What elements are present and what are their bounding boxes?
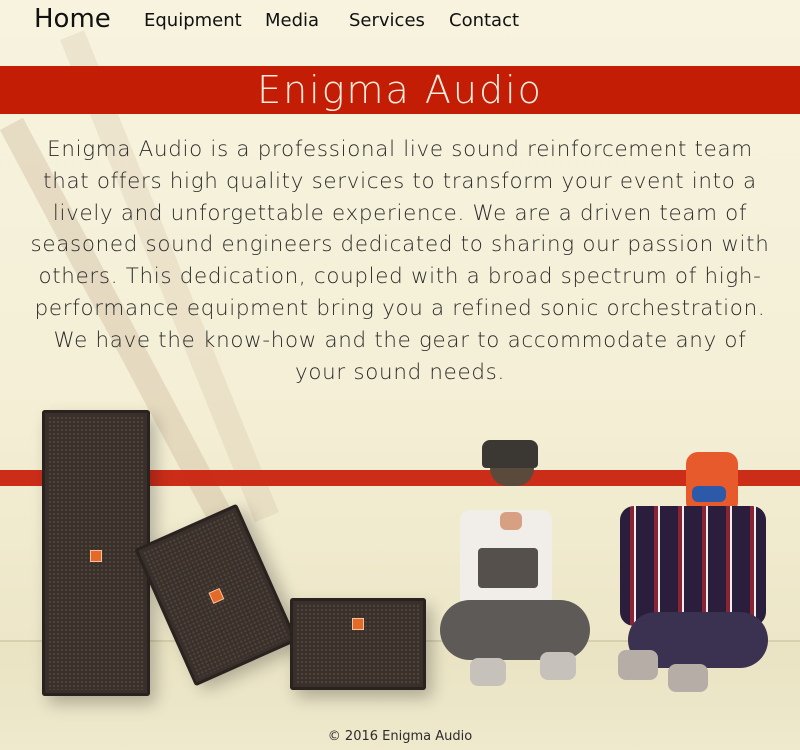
speaker-logo-icon [90, 550, 102, 562]
main-nav: Home Equipment Media Services Contact [0, 0, 800, 44]
nav-media-link[interactable]: Media [265, 10, 319, 31]
nav-contact-link[interactable]: Contact [449, 10, 519, 31]
title-banner: Enigma Audio [0, 66, 800, 114]
person-left [430, 430, 600, 700]
footer-copyright: © 2016 Enigma Audio [327, 729, 473, 744]
tall-speaker [42, 410, 150, 696]
speaker-logo-icon [352, 618, 364, 630]
nav-equipment-link[interactable]: Equipment [144, 10, 242, 31]
nav-home-link[interactable]: Home [34, 4, 111, 34]
person-right [608, 432, 778, 702]
site-title: Enigma Audio [257, 68, 543, 112]
intro-paragraph: Enigma Audio is a professional live soun… [30, 137, 770, 385]
nav-services-link[interactable]: Services [349, 10, 425, 31]
speaker-logo-icon [208, 587, 225, 604]
monitor-speaker [290, 598, 426, 690]
